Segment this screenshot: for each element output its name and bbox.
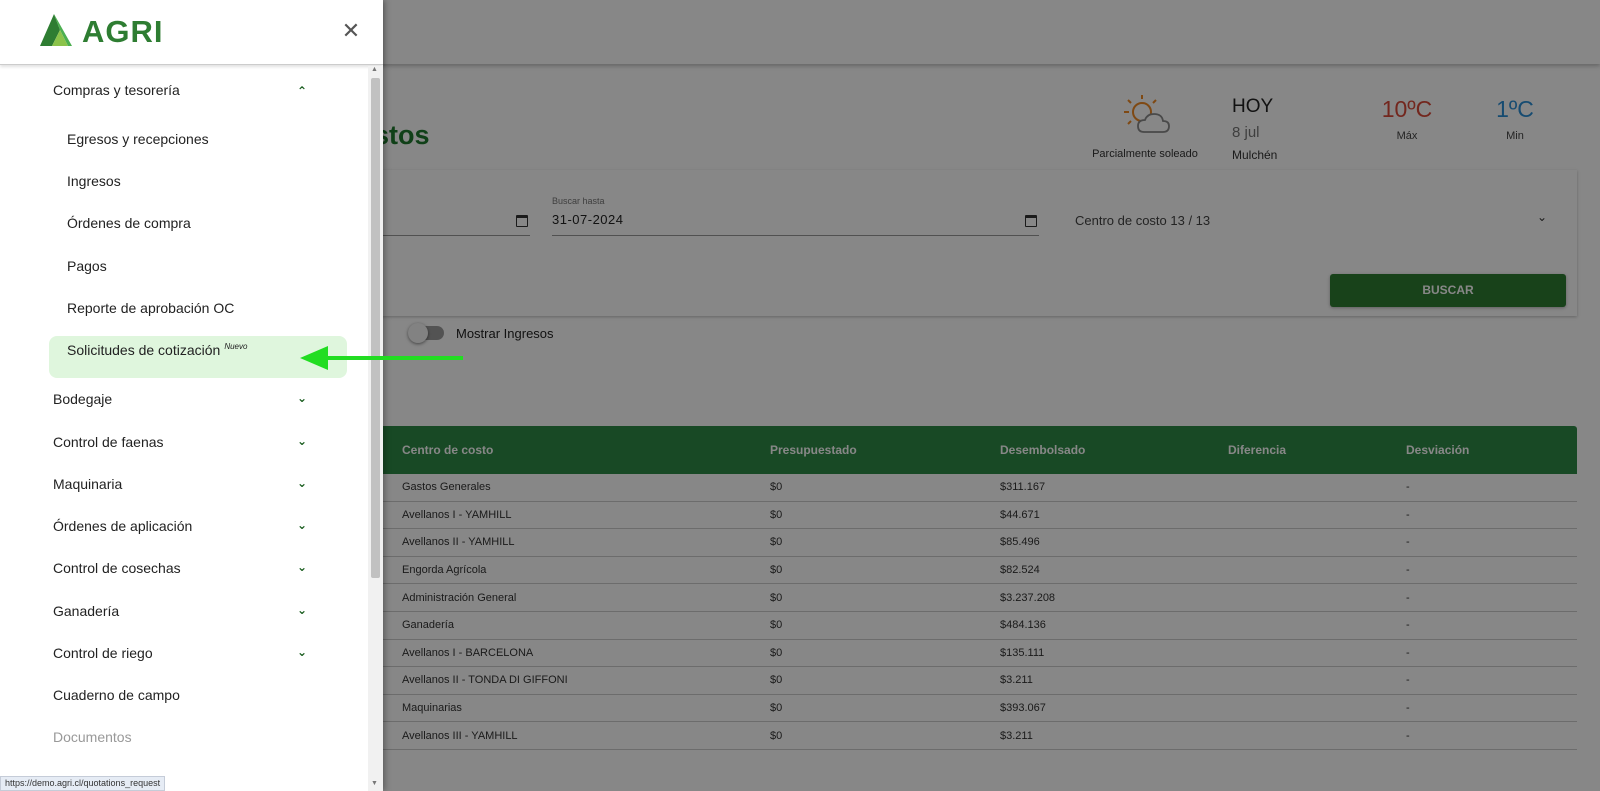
menu-section-bodegaje[interactable]: Bodegaje xyxy=(53,391,112,407)
menu-section-faenas[interactable]: Control de faenas xyxy=(53,434,164,450)
drawer-scrollbar[interactable]: ▲ ▼ xyxy=(368,66,383,791)
menu-section-aplicacion[interactable]: Órdenes de aplicación xyxy=(53,518,192,534)
annotation-arrow-icon xyxy=(300,346,463,370)
menu-item-documentos[interactable]: Documentos xyxy=(53,729,132,745)
menu-item-egresos[interactable]: Egresos y recepciones xyxy=(67,131,209,147)
menu-item-solicitudes-label: Solicitudes de cotización xyxy=(67,342,221,358)
menu-item-ordenes-compra[interactable]: Órdenes de compra xyxy=(67,215,191,231)
chevron-down-icon[interactable]: ⌄ xyxy=(296,560,308,574)
chevron-down-icon[interactable]: ⌄ xyxy=(296,603,308,617)
menu-section-compras[interactable]: Compras y tesorería xyxy=(53,82,180,98)
chevron-down-icon[interactable]: ⌄ xyxy=(296,391,308,405)
close-icon[interactable]: ✕ xyxy=(340,20,362,42)
status-bar-url: https://demo.agri.cl/quotations_request xyxy=(0,776,166,791)
chevron-down-icon[interactable]: ⌄ xyxy=(296,476,308,490)
drawer-header: AGRI ✕ xyxy=(0,0,383,65)
new-badge: Nuevo xyxy=(224,342,248,352)
chevron-down-icon[interactable]: ⌄ xyxy=(296,434,308,448)
scroll-thumb[interactable] xyxy=(371,78,380,578)
chevron-down-icon[interactable]: ⌄ xyxy=(296,518,308,532)
scroll-down-icon[interactable]: ▼ xyxy=(371,780,378,787)
navigation-drawer: AGRI ✕ Compras y tesorería ⌃ Egresos y r… xyxy=(0,0,383,791)
agri-logo[interactable]: AGRI xyxy=(38,12,163,49)
menu-section-cosechas[interactable]: Control de cosechas xyxy=(53,560,181,576)
menu-item-solicitudes[interactable]: Solicitudes de cotización Nuevo xyxy=(67,342,247,358)
menu-section-maquinaria[interactable]: Maquinaria xyxy=(53,476,122,492)
menu-section-riego[interactable]: Control de riego xyxy=(53,645,153,661)
menu-item-pagos[interactable]: Pagos xyxy=(67,258,107,274)
chevron-down-icon[interactable]: ⌄ xyxy=(296,645,308,659)
agri-logo-icon xyxy=(40,14,72,46)
drawer-menu: Compras y tesorería ⌃ Egresos y recepcio… xyxy=(0,66,368,791)
logo-text: AGRI xyxy=(82,14,164,49)
menu-item-ingresos[interactable]: Ingresos xyxy=(67,173,121,189)
chevron-up-icon[interactable]: ⌃ xyxy=(296,84,308,98)
scroll-up-icon[interactable]: ▲ xyxy=(371,66,378,73)
menu-section-ganaderia[interactable]: Ganadería xyxy=(53,603,119,619)
menu-item-reporte-oc[interactable]: Reporte de aprobación OC xyxy=(67,300,234,316)
menu-item-cuaderno[interactable]: Cuaderno de campo xyxy=(53,687,180,703)
